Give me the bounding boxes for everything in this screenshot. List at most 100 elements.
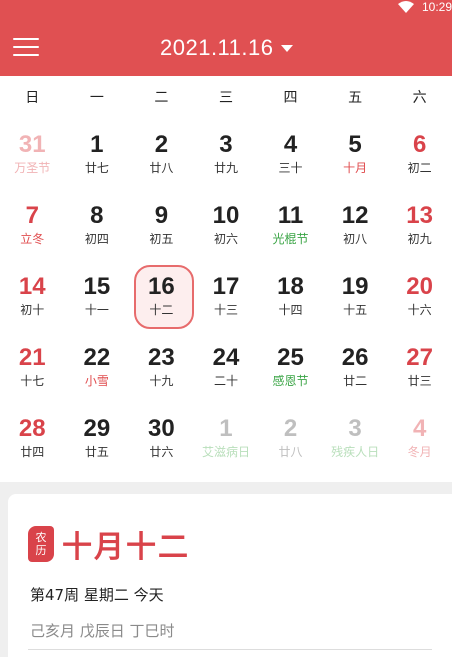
day-cell[interactable]: 30 廿六	[129, 402, 194, 473]
day-lunar-label: 廿九	[213, 160, 238, 175]
day-number: 12	[341, 201, 369, 229]
day-cell[interactable]: 11 光棍节	[258, 189, 323, 260]
day-cell[interactable]: 23 十九	[129, 331, 194, 402]
day-lunar-label: 艾滋病日	[201, 444, 250, 459]
day-cell[interactable]: 28 廿四	[0, 402, 65, 473]
day-cell[interactable]: 12 初八	[323, 189, 388, 260]
day-number: 1	[90, 130, 104, 158]
day-cell[interactable]: 10 初六	[194, 189, 259, 260]
day-number: 11	[277, 201, 304, 229]
day-number: 1	[219, 414, 233, 442]
day-cell[interactable]: 19 十五	[323, 260, 388, 331]
wifi-icon	[397, 1, 414, 13]
date-picker-button[interactable]: 2021.11.16	[160, 34, 294, 62]
weekday-label: 六	[412, 90, 427, 106]
day-number: 30	[148, 414, 175, 442]
day-cell[interactable]: 1 艾滋病日	[194, 402, 259, 473]
day-cell[interactable]: 18 十四	[258, 260, 323, 331]
day-number: 27	[406, 343, 433, 371]
day-lunar-label: 二十	[213, 373, 238, 388]
day-lunar-label: 初二	[407, 160, 432, 175]
day-lunar-label: 三十	[278, 160, 303, 175]
day-cell[interactable]: 27 廿三	[387, 331, 452, 402]
day-number: 20	[406, 272, 433, 300]
day-cell[interactable]: 25 感恩节	[258, 331, 323, 402]
day-cell[interactable]: 3 廿九	[194, 118, 259, 189]
ganzhi-info: 己亥月 戊辰日 丁巳时	[30, 622, 175, 640]
day-cell[interactable]: 14 初十	[0, 260, 65, 331]
day-cell[interactable]: 29 廿五	[65, 402, 130, 473]
day-cell[interactable]: 26 廿二	[323, 331, 388, 402]
day-lunar-label: 廿八	[149, 160, 174, 175]
day-number: 31	[18, 130, 46, 158]
day-cell[interactable]: 9 初五	[129, 189, 194, 260]
day-number: 29	[83, 414, 111, 442]
day-lunar-label: 十五	[343, 302, 368, 317]
day-number: 4	[283, 130, 298, 158]
day-cell[interactable]: 4 冬月	[387, 402, 452, 473]
day-cell[interactable]: 22 小雪	[65, 331, 130, 402]
lunar-seal-icon: 农 历	[28, 526, 54, 562]
day-number: 2	[154, 130, 169, 158]
day-cell-selected[interactable]: 16 十二	[129, 260, 194, 331]
day-cell[interactable]: 1 廿七	[65, 118, 130, 189]
day-lunar-label: 十月	[343, 160, 368, 175]
day-lunar-label: 十六	[407, 302, 432, 317]
divider	[28, 649, 432, 650]
day-lunar-label: 廿四	[20, 444, 45, 459]
day-lunar-label: 十七	[20, 373, 45, 388]
day-number: 4	[412, 414, 427, 442]
day-cell[interactable]: 31 万圣节	[0, 118, 65, 189]
weekday-label: 五	[348, 90, 363, 106]
day-cell[interactable]: 7 立冬	[0, 189, 65, 260]
day-cell[interactable]: 24 二十	[194, 331, 259, 402]
day-lunar-label: 小雪	[84, 373, 109, 388]
day-cell[interactable]: 20 十六	[387, 260, 452, 331]
day-lunar-label: 廿六	[149, 444, 174, 459]
day-cell[interactable]: 17 十三	[194, 260, 259, 331]
day-lunar-label: 残疾人日	[331, 444, 380, 459]
weekday-label: 四	[283, 90, 298, 106]
caret-down-icon	[281, 44, 294, 52]
day-lunar-label: 十二	[149, 302, 174, 317]
day-lunar-label: 廿八	[278, 444, 303, 459]
day-number: 5	[348, 130, 362, 158]
day-cell[interactable]: 15 十一	[65, 260, 130, 331]
weekday-label: 日	[25, 90, 40, 106]
day-grid: 31 万圣节 1 廿七 2 廿八 3 廿九 4 三十 5 十月 6 初二 7 立冬 8 初四 9 初五 10 初六 11 光棍…	[0, 118, 452, 473]
day-number: 10	[212, 201, 240, 229]
menu-icon[interactable]	[13, 36, 39, 58]
status-bar: 10:29	[397, 0, 452, 14]
status-time: 10:29	[421, 0, 452, 14]
day-cell[interactable]: 6 初二	[387, 118, 452, 189]
day-cell[interactable]: 2 廿八	[129, 118, 194, 189]
day-cell[interactable]: 5 十月	[323, 118, 388, 189]
day-cell[interactable]: 21 十七	[0, 331, 65, 402]
day-lunar-label: 万圣节	[14, 160, 51, 175]
day-detail-panel: 农 历 十月十二 第47周 星期二 今天 己亥月 戊辰日 丁巳时	[8, 494, 452, 657]
day-number: 21	[18, 343, 46, 371]
day-number: 3	[219, 130, 233, 158]
lunar-date: 十月十二	[62, 530, 190, 565]
day-cell[interactable]: 2 廿八	[258, 402, 323, 473]
day-cell[interactable]: 3 残疾人日	[323, 402, 388, 473]
day-lunar-label: 光棍节	[272, 231, 309, 246]
day-lunar-label: 初五	[149, 231, 174, 246]
day-number: 9	[154, 201, 169, 229]
day-cell[interactable]: 4 三十	[258, 118, 323, 189]
day-lunar-label: 廿七	[84, 160, 109, 175]
seal-bottom-char: 历	[35, 544, 47, 557]
day-lunar-label: 立冬	[20, 231, 45, 246]
day-number: 6	[412, 130, 427, 158]
day-number: 19	[341, 272, 369, 300]
lunar-row: 农 历 十月十二	[28, 522, 190, 566]
weekday-label: 一	[89, 90, 104, 106]
weekday-label: 三	[218, 90, 233, 106]
day-cell[interactable]: 8 初四	[65, 189, 130, 260]
day-lunar-label: 冬月	[407, 444, 432, 459]
day-lunar-label: 十四	[278, 302, 303, 317]
day-lunar-label: 廿二	[343, 373, 368, 388]
day-lunar-label: 初九	[407, 231, 432, 246]
day-cell[interactable]: 13 初九	[387, 189, 452, 260]
day-number: 3	[348, 414, 362, 442]
